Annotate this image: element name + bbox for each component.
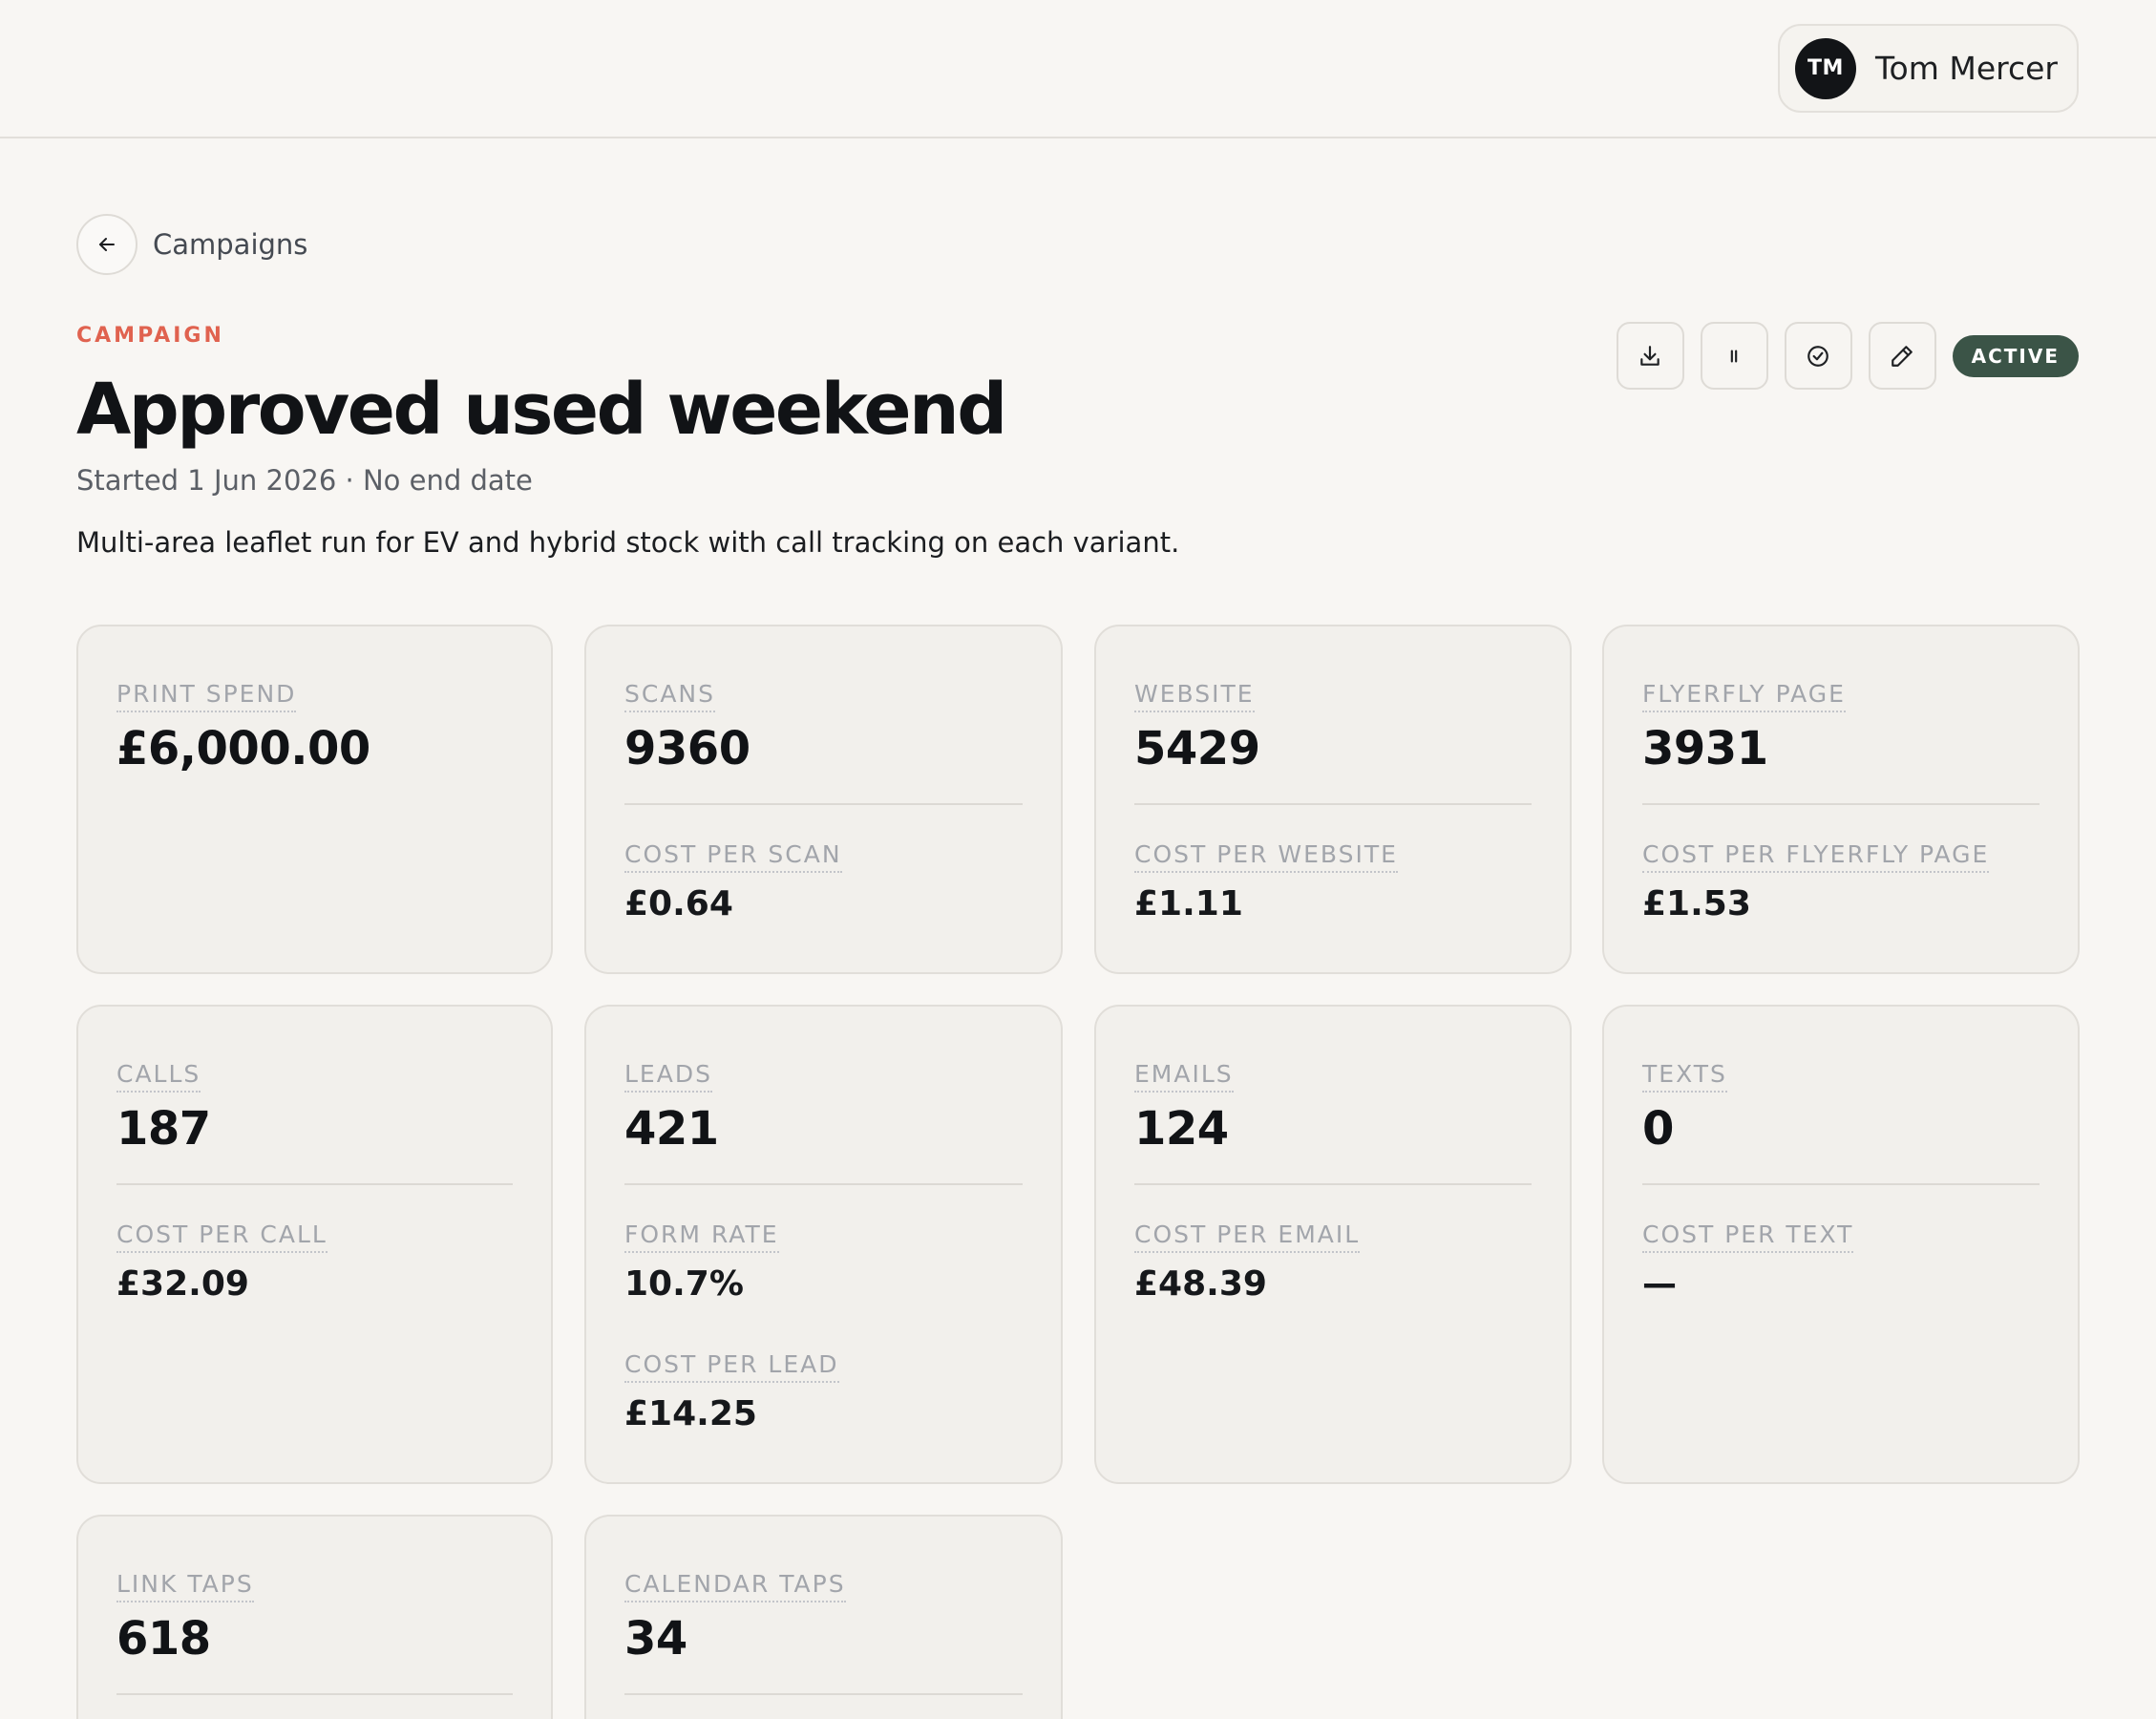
check-circle-icon	[1807, 345, 1828, 367]
campaign-dates: Started 1 Jun 2026 · No end date	[76, 464, 533, 497]
campaign-actions: ACTIVE	[1616, 322, 2079, 390]
pause-button[interactable]	[1700, 322, 1768, 390]
stat-card-leads: LEADS 421 FORM RATE 10.7% COST PER LEAD …	[584, 1005, 1063, 1484]
stat-label[interactable]: EMAILS	[1134, 1060, 1234, 1093]
stat-value: 5429	[1134, 722, 1260, 775]
edit-icon	[1892, 345, 1913, 367]
stat-label[interactable]: LEADS	[624, 1060, 712, 1093]
stat-sub-value: £1.11	[1134, 884, 1243, 923]
user-name: Tom Mercer	[1874, 50, 2058, 87]
stat-sub-label[interactable]: COST PER WEBSITE	[1134, 840, 1398, 873]
top-bar: TM Tom Mercer	[0, 0, 2156, 138]
stat-card-calendar-taps: CALENDAR TAPS 34	[584, 1515, 1063, 1719]
stat-label[interactable]: LINK TAPS	[116, 1570, 254, 1602]
stat-value: 421	[624, 1102, 719, 1156]
divider	[116, 1693, 513, 1695]
divider	[1134, 803, 1532, 805]
stat-label[interactable]: FLYERFLY PAGE	[1642, 680, 1846, 712]
stat-card-link-taps: LINK TAPS 618	[76, 1515, 553, 1719]
stat-card-print-spend: PRINT SPEND £6,000.00	[76, 625, 553, 974]
stat-card-flyerfly-page: FLYERFLY PAGE 3931 COST PER FLYERFLY PAG…	[1602, 625, 2080, 974]
stat-sub-value: £14.25	[624, 1394, 757, 1433]
stat-card-emails: EMAILS 124 COST PER EMAIL £48.39	[1094, 1005, 1572, 1484]
stat-card-scans: SCANS 9360 COST PER SCAN £0.64	[584, 625, 1063, 974]
download-icon	[1640, 345, 1659, 366]
stat-value: 618	[116, 1612, 211, 1666]
stat-label[interactable]: CALENDAR TAPS	[624, 1570, 846, 1602]
breadcrumb: Campaigns	[76, 214, 307, 275]
edit-button[interactable]	[1868, 322, 1936, 390]
divider	[624, 1693, 1023, 1695]
complete-button[interactable]	[1784, 322, 1852, 390]
stat-sub-label[interactable]: COST PER LEAD	[624, 1350, 839, 1383]
download-button[interactable]	[1616, 322, 1684, 390]
divider	[1642, 803, 2040, 805]
stat-value: 187	[116, 1102, 211, 1156]
stat-value: 34	[624, 1612, 687, 1666]
stat-value: £6,000.00	[116, 722, 370, 775]
status-badge: ACTIVE	[1952, 334, 2079, 377]
stat-label[interactable]: TEXTS	[1642, 1060, 1727, 1093]
page-title: Approved used weekend	[76, 369, 1007, 451]
stat-label[interactable]: WEBSITE	[1134, 680, 1255, 712]
divider	[624, 1183, 1023, 1185]
stat-sub-value: 10.7%	[624, 1264, 744, 1304]
stat-value: 9360	[624, 722, 750, 775]
user-menu-button[interactable]: TM Tom Mercer	[1777, 24, 2079, 113]
stat-sub-value: —	[1642, 1264, 1677, 1304]
stat-card-texts: TEXTS 0 COST PER TEXT —	[1602, 1005, 2080, 1484]
stat-sub-label[interactable]: COST PER FLYERFLY PAGE	[1642, 840, 1990, 873]
stat-sub-label[interactable]: FORM RATE	[624, 1220, 779, 1253]
stat-card-calls: CALLS 187 COST PER CALL £32.09	[76, 1005, 553, 1484]
stat-sub-value: £32.09	[116, 1264, 249, 1304]
stat-sub-label[interactable]: COST PER CALL	[116, 1220, 328, 1253]
stat-label[interactable]: CALLS	[116, 1060, 201, 1093]
section-eyebrow: CAMPAIGN	[76, 324, 224, 348]
stat-card-website: WEBSITE 5429 COST PER WEBSITE £1.11	[1094, 625, 1572, 974]
stat-sub-label[interactable]: COST PER SCAN	[624, 840, 842, 873]
stat-sub-label[interactable]: COST PER EMAIL	[1134, 1220, 1361, 1253]
arrow-left-icon	[99, 238, 115, 251]
stat-value: 124	[1134, 1102, 1229, 1156]
stat-sub-value: £48.39	[1134, 1264, 1267, 1304]
divider	[1134, 1183, 1532, 1185]
back-link-campaigns[interactable]: Campaigns	[153, 228, 307, 261]
stat-label[interactable]: PRINT SPEND	[116, 680, 297, 712]
avatar: TM	[1794, 37, 1856, 99]
pause-icon	[1730, 350, 1738, 362]
divider	[116, 1183, 513, 1185]
stat-sub-value: £1.53	[1642, 884, 1751, 923]
stat-label[interactable]: SCANS	[624, 680, 715, 712]
stat-value: 3931	[1642, 722, 1768, 775]
divider	[624, 803, 1023, 805]
back-button[interactable]	[76, 214, 137, 275]
campaign-description: Multi-area leaflet run for EV and hybrid…	[76, 526, 1180, 559]
stat-sub-label[interactable]: COST PER TEXT	[1642, 1220, 1854, 1253]
stat-sub-value: £0.64	[624, 884, 733, 923]
stat-value: 0	[1642, 1102, 1674, 1156]
divider	[1642, 1183, 2040, 1185]
